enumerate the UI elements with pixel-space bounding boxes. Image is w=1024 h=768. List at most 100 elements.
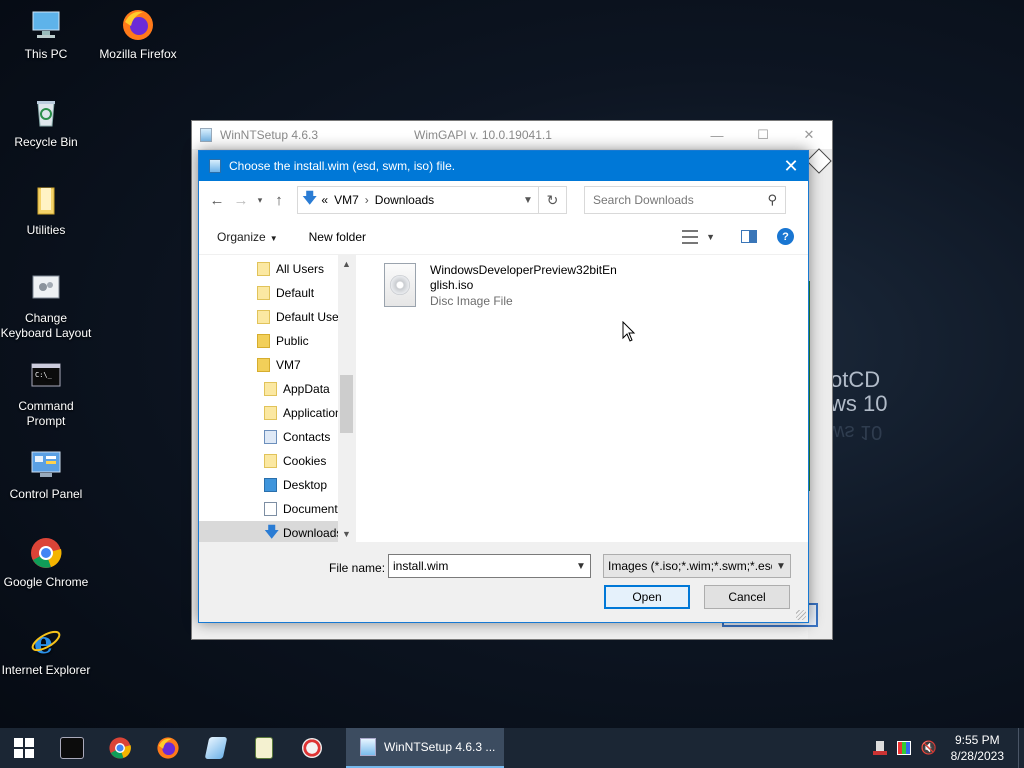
view-options-chevron-icon[interactable]: ▼ <box>706 232 715 242</box>
desktop-icon-label: Google Chrome <box>3 575 89 589</box>
tree-item[interactable]: 🡇 Downloads <box>199 521 355 542</box>
taskbar-editor[interactable] <box>240 728 288 768</box>
desktop-icon-change-keyboard-layout[interactable]: Change Keyboard Layout <box>0 272 92 341</box>
tree-item[interactable]: All Users <box>199 257 355 281</box>
resize-grip[interactable] <box>796 610 806 620</box>
file-name-dropdown-icon[interactable]: ▼ <box>572 561 590 572</box>
desktop-icon-command-prompt[interactable]: C:\_ Command Prompt <box>0 360 92 429</box>
dialog-close-button[interactable]: ✕ <box>774 151 808 181</box>
tree-item[interactable]: VM7 <box>199 353 355 377</box>
tree-item-label: VM7 <box>276 358 301 372</box>
keyboard-icon <box>29 272 63 306</box>
minimize-button[interactable]: — <box>694 121 740 149</box>
scroll-down-icon[interactable]: ▼ <box>338 525 355 542</box>
desktop-icon-this-pc[interactable]: This PC <box>0 8 92 62</box>
scroll-thumb[interactable] <box>340 375 353 433</box>
file-name-field[interactable]: install.wim ▼ <box>388 554 591 578</box>
open-button[interactable]: Open <box>604 585 690 609</box>
tree-item[interactable]: Default <box>199 281 355 305</box>
contacts-icon <box>264 430 277 444</box>
command-bar: Organize ▼ New folder ▼ ? <box>199 219 808 255</box>
breadcrumb-downloads[interactable]: Downloads <box>375 193 434 207</box>
taskbar-cmd[interactable] <box>48 728 96 768</box>
wallpaper-text-line-1: otCD <box>830 367 881 392</box>
file-type-select[interactable]: Images (*.iso;*.wim;*.swm;*.esd) ▼ <box>603 554 791 578</box>
downloads-icon: 🡇 <box>264 524 280 541</box>
show-desktop-button[interactable] <box>1018 728 1024 768</box>
tree-scrollbar[interactable]: ▲ ▼ <box>338 255 355 542</box>
chrome-icon <box>29 536 63 570</box>
change-view-icon[interactable] <box>682 229 699 244</box>
maximize-button[interactable]: ☐ <box>740 121 786 149</box>
network-icon[interactable] <box>872 741 887 755</box>
file-name: WindowsDeveloperPreview32bitEnglish.iso <box>430 263 617 292</box>
winntsetup-wimgapi-version: WimGAPI v. 10.0.19041.1 <box>414 128 552 142</box>
file-item[interactable]: WindowsDeveloperPreview32bitEnglish.iso … <box>384 263 620 308</box>
taskbar-wim-tool[interactable] <box>192 728 240 768</box>
tree-item-label: All Users <box>276 262 325 276</box>
taskbar-tool[interactable] <box>288 728 336 768</box>
tree-item[interactable]: Desktop <box>199 473 355 497</box>
file-type: Disc Image File <box>430 294 513 308</box>
winntsetup-app-icon <box>200 128 212 142</box>
navigation-bar: ← → ▾ ↑ 🡇 « VM7 › Downloads ▼ ↻ Search D… <box>199 181 808 219</box>
tree-item[interactable]: AppData <box>199 377 355 401</box>
file-open-dialog: Choose the install.wim (esd, swm, iso) f… <box>198 150 809 623</box>
documents-icon <box>264 502 277 516</box>
clock[interactable]: 9:55 PM 8/28/2023 <box>951 732 1004 764</box>
close-button[interactable]: ✕ <box>786 121 832 149</box>
organize-button[interactable]: Organize ▼ <box>217 230 278 244</box>
search-input[interactable]: Search Downloads ⚲ <box>584 186 786 214</box>
recent-locations-chevron-icon[interactable]: ▾ <box>253 188 267 212</box>
help-icon[interactable]: ? <box>777 228 794 245</box>
breadcrumb-vm7[interactable]: VM7 <box>334 193 359 207</box>
tree-item[interactable]: Application Data <box>199 401 355 425</box>
search-icon[interactable]: ⚲ <box>767 192 777 208</box>
address-overflow[interactable]: « <box>321 193 328 207</box>
breadcrumb-separator-icon: › <box>364 193 369 207</box>
dialog-title: Choose the install.wim (esd, swm, iso) f… <box>229 159 456 173</box>
tree-item[interactable]: Public <box>199 329 355 353</box>
cancel-button[interactable]: Cancel <box>704 585 790 609</box>
address-dropdown-icon[interactable]: ▼ <box>518 195 538 206</box>
new-folder-button[interactable]: New folder <box>309 230 366 244</box>
back-arrow-icon[interactable]: ← <box>205 188 229 212</box>
desktop-icon-label: Recycle Bin <box>14 135 78 149</box>
desktop-icon-recycle-bin[interactable]: Recycle Bin <box>0 96 92 150</box>
tree-item[interactable]: Documents <box>199 497 355 521</box>
tree-item-label: Documents <box>283 502 344 516</box>
tool-icon <box>302 738 322 758</box>
desktop-icon-control-panel[interactable]: Control Panel <box>0 448 92 502</box>
desktop-icon-google-chrome[interactable]: Google Chrome <box>0 536 92 590</box>
wallpaper-text-line-2: ws 10 <box>830 391 888 416</box>
dialog-app-icon <box>209 159 221 173</box>
desktop-icon-label: Command Prompt <box>18 399 74 428</box>
folder-icon <box>264 406 277 420</box>
dialog-titlebar[interactable]: Choose the install.wim (esd, swm, iso) f… <box>199 151 808 181</box>
volume-muted-icon[interactable]: 🔇 <box>921 741 937 755</box>
preview-pane-icon[interactable] <box>741 230 757 243</box>
winntsetup-icon <box>360 738 376 756</box>
desktop-icon-utilities[interactable]: Utilities <box>0 184 92 238</box>
refresh-button[interactable]: ↻ <box>539 186 567 214</box>
tree-item[interactable]: Default User <box>199 305 355 329</box>
taskbar-chrome[interactable] <box>96 728 144 768</box>
forward-arrow-icon[interactable]: → <box>229 188 253 212</box>
desktop-icon-label: Utilities <box>26 223 66 237</box>
up-arrow-icon[interactable]: ↑ <box>267 188 291 212</box>
display-icon[interactable] <box>896 741 911 755</box>
wallpaper-text-reflection: ws 10 <box>830 421 883 443</box>
taskbar-firefox[interactable] <box>144 728 192 768</box>
file-name-label: File name: <box>329 561 386 575</box>
desktop-icon-firefox[interactable]: Mozilla Firefox <box>92 8 184 62</box>
tree-item[interactable]: Cookies <box>199 449 355 473</box>
folder-icon <box>257 286 270 300</box>
tree-item[interactable]: Contacts <box>199 425 355 449</box>
navigation-tree: All Users Default Default User Public VM7 App… <box>199 255 355 542</box>
start-button[interactable] <box>0 728 48 768</box>
scroll-up-icon[interactable]: ▲ <box>338 255 355 272</box>
folder-icon <box>29 184 63 218</box>
desktop-icon-internet-explorer[interactable]: e Internet Explorer <box>0 624 92 678</box>
address-bar[interactable]: 🡇 « VM7 › Downloads ▼ <box>297 186 539 214</box>
taskbar-winntsetup[interactable]: WinNTSetup 4.6.3 ... <box>346 728 504 768</box>
